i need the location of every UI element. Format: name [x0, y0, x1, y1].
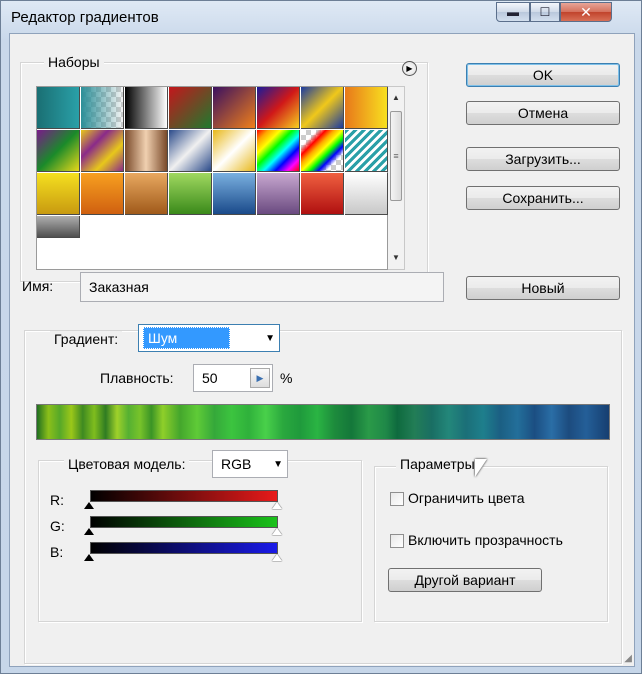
preset-swatch[interactable] — [81, 87, 124, 129]
dialog-body: Наборы ▶ ▲ ≡ ▼ OK Отмена Загрузить... Со… — [9, 33, 635, 667]
blue-max-stop[interactable] — [272, 554, 282, 561]
channel-r-label: R: — [50, 492, 64, 508]
preset-swatch[interactable] — [81, 173, 124, 215]
gradient-editor-window: Редактор градиентов ▬ ☐ ✕ Наборы ▶ ▲ ≡ ▼… — [0, 0, 642, 674]
preset-swatch[interactable] — [257, 130, 300, 172]
chevron-down-icon: ▼ — [265, 332, 275, 344]
minimize-icon: ▬ — [507, 5, 519, 19]
preset-swatch[interactable] — [37, 130, 80, 172]
add-transparency-checkbox[interactable] — [390, 534, 404, 548]
scroll-down-icon[interactable]: ▼ — [388, 253, 404, 262]
load-button[interactable]: Загрузить... — [466, 147, 620, 171]
preset-swatch[interactable] — [125, 173, 168, 215]
gradient-type-select[interactable]: Шум ▼ — [138, 324, 280, 352]
preset-swatch[interactable] — [125, 87, 168, 129]
randomize-button[interactable]: Другой вариант — [388, 568, 542, 592]
restrict-colors-label[interactable]: Ограничить цвета — [408, 490, 525, 506]
stepper-arrow-icon[interactable]: ▶ — [250, 368, 270, 388]
cancel-button[interactable]: Отмена — [466, 101, 620, 125]
preset-swatch[interactable] — [213, 87, 256, 129]
green-channel-slider[interactable] — [90, 516, 278, 528]
preset-swatch[interactable] — [169, 87, 212, 129]
save-button[interactable]: Сохранить... — [466, 186, 620, 210]
color-model-label: Цветовая модель: — [64, 456, 190, 472]
blue-min-stop[interactable] — [84, 554, 94, 561]
gradient-type-label: Градиент: — [50, 331, 123, 347]
options-label: Параметры: — [396, 456, 483, 472]
preset-swatch[interactable] — [345, 87, 388, 129]
color-model-select[interactable]: RGB ▼ — [212, 450, 288, 478]
preset-swatch[interactable] — [169, 173, 212, 215]
window-title: Редактор градиентов — [11, 9, 159, 26]
preset-swatch[interactable] — [213, 130, 256, 172]
preset-swatch[interactable] — [125, 130, 168, 172]
preset-swatch[interactable] — [37, 87, 80, 129]
smoothness-label: Плавность: — [100, 370, 174, 386]
gradient-preview-bar — [36, 404, 610, 440]
preset-swatch[interactable] — [37, 216, 80, 238]
title-bar[interactable]: Редактор градиентов ▬ ☐ ✕ — [1, 1, 641, 33]
preset-swatch[interactable] — [81, 130, 124, 172]
preset-swatch[interactable] — [37, 173, 80, 215]
preset-swatch[interactable] — [169, 130, 212, 172]
preset-swatch[interactable] — [257, 87, 300, 129]
preset-swatch[interactable] — [301, 87, 344, 129]
maximize-icon: ☐ — [539, 5, 551, 19]
smoothness-input[interactable]: 50 ▶ — [193, 364, 273, 392]
green-min-stop[interactable] — [84, 528, 94, 535]
scroll-up-icon[interactable]: ▲ — [388, 93, 404, 102]
red-max-stop[interactable] — [272, 502, 282, 509]
preset-swatch[interactable] — [301, 130, 344, 172]
resize-grip-icon[interactable]: ◢ — [624, 653, 632, 664]
preset-swatch[interactable] — [301, 173, 344, 215]
new-button[interactable]: Новый — [466, 276, 620, 300]
name-label: Имя: — [22, 278, 54, 294]
channel-g-label: G: — [50, 518, 65, 534]
close-button[interactable]: ✕ — [560, 2, 612, 22]
channel-b-label: B: — [50, 544, 64, 560]
mouse-cursor-icon — [475, 459, 487, 477]
name-input[interactable]: Заказная — [80, 272, 444, 302]
maximize-button[interactable]: ☐ — [530, 2, 560, 22]
preset-swatch[interactable] — [213, 173, 256, 215]
color-model-group — [38, 460, 362, 622]
close-icon: ✕ — [580, 3, 592, 20]
preset-swatch[interactable] — [345, 173, 388, 215]
presets-scrollbar[interactable]: ▲ ≡ ▼ — [388, 86, 405, 270]
red-min-stop[interactable] — [84, 502, 94, 509]
preset-swatch[interactable] — [257, 173, 300, 215]
red-channel-slider[interactable] — [90, 490, 278, 502]
presets-grid[interactable] — [36, 86, 390, 270]
presets-label: Наборы — [44, 54, 104, 70]
minimize-button[interactable]: ▬ — [496, 2, 530, 22]
add-transparency-label[interactable]: Включить прозрачность — [408, 532, 563, 548]
blue-channel-slider[interactable] — [90, 542, 278, 554]
restrict-colors-checkbox[interactable] — [390, 492, 404, 506]
green-max-stop[interactable] — [272, 528, 282, 535]
ok-button[interactable]: OK — [466, 63, 620, 87]
scroll-thumb[interactable]: ≡ — [390, 111, 402, 201]
circle-arrow-right-icon[interactable]: ▶ — [402, 61, 417, 76]
percent-unit: % — [280, 370, 293, 386]
chevron-down-icon: ▼ — [273, 458, 283, 470]
preset-swatch[interactable] — [345, 130, 388, 172]
